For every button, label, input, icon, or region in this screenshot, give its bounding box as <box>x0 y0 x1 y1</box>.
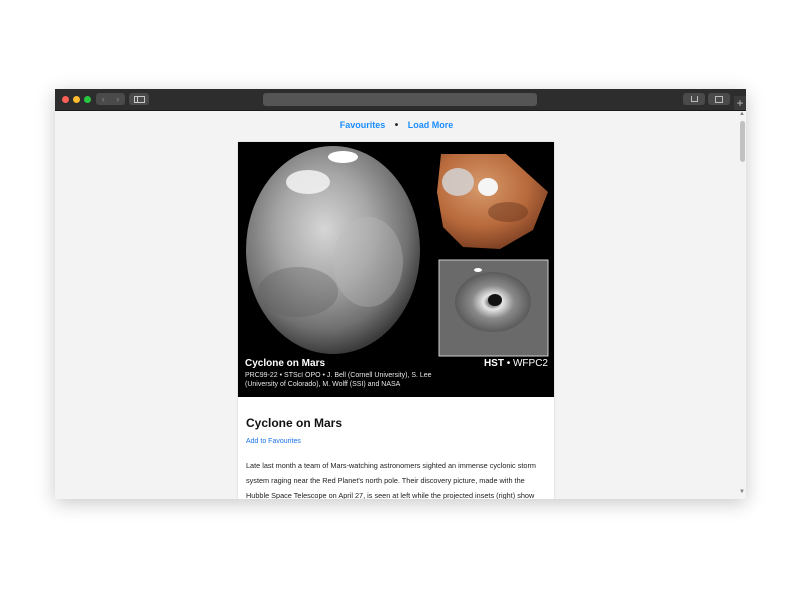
top-navigation: Favourites • Load More <box>55 120 738 131</box>
share-button[interactable] <box>683 93 705 105</box>
article-description: Late last month a team of Mars-watching … <box>246 461 536 499</box>
instrument-bold: HST <box>483 358 504 369</box>
minimize-window-button[interactable] <box>73 96 80 103</box>
instrument-rest: • WFPC2 <box>506 358 548 369</box>
image-instrument-label: HST • WFPC2 <box>484 358 548 369</box>
scroll-up-arrow-icon[interactable]: ▲ <box>739 111 745 117</box>
history-nav: ‹ › <box>96 93 125 105</box>
tab-overview-button[interactable] <box>708 93 730 105</box>
page-viewport: Favourites • Load More Cyclone on Mars P… <box>55 111 738 499</box>
forward-button[interactable]: › <box>111 93 126 105</box>
share-icon <box>691 96 698 102</box>
back-button[interactable]: ‹ <box>96 93 111 105</box>
browser-toolbar: ‹ › + <box>55 89 746 111</box>
close-window-button[interactable] <box>62 96 69 103</box>
favourites-link[interactable]: Favourites <box>340 120 386 130</box>
load-more-link[interactable]: Load More <box>408 120 454 130</box>
vertical-scrollbar[interactable]: ▲ ▼ <box>738 111 746 499</box>
article-image[interactable]: Cyclone on Mars PRC99-22 • STScI OPO • J… <box>238 142 554 397</box>
browser-window: ‹ › + Favourites • Load More Cyclone on … <box>55 89 746 499</box>
address-bar[interactable] <box>263 93 537 106</box>
mars-color-inset <box>437 154 548 249</box>
sidebar-toggle-button[interactable] <box>129 93 149 105</box>
nav-separator: • <box>394 120 399 131</box>
image-caption-title: Cyclone on Mars <box>245 358 326 369</box>
new-tab-button[interactable]: + <box>734 96 746 110</box>
article-title: Cyclone on Mars <box>246 416 343 430</box>
image-caption-credit: PRC99-22 • STScI OPO • J. Bell (Cornell … <box>245 372 432 388</box>
sidebar-icon <box>134 96 145 103</box>
scrollbar-thumb[interactable] <box>740 121 745 162</box>
tabs-icon <box>715 96 723 103</box>
scroll-down-arrow-icon[interactable]: ▼ <box>739 489 745 495</box>
zoom-window-button[interactable] <box>84 96 91 103</box>
apod-card: Cyclone on Mars PRC99-22 • STScI OPO • J… <box>238 142 554 499</box>
add-to-favourites-link[interactable]: Add to Favourites <box>246 438 301 445</box>
